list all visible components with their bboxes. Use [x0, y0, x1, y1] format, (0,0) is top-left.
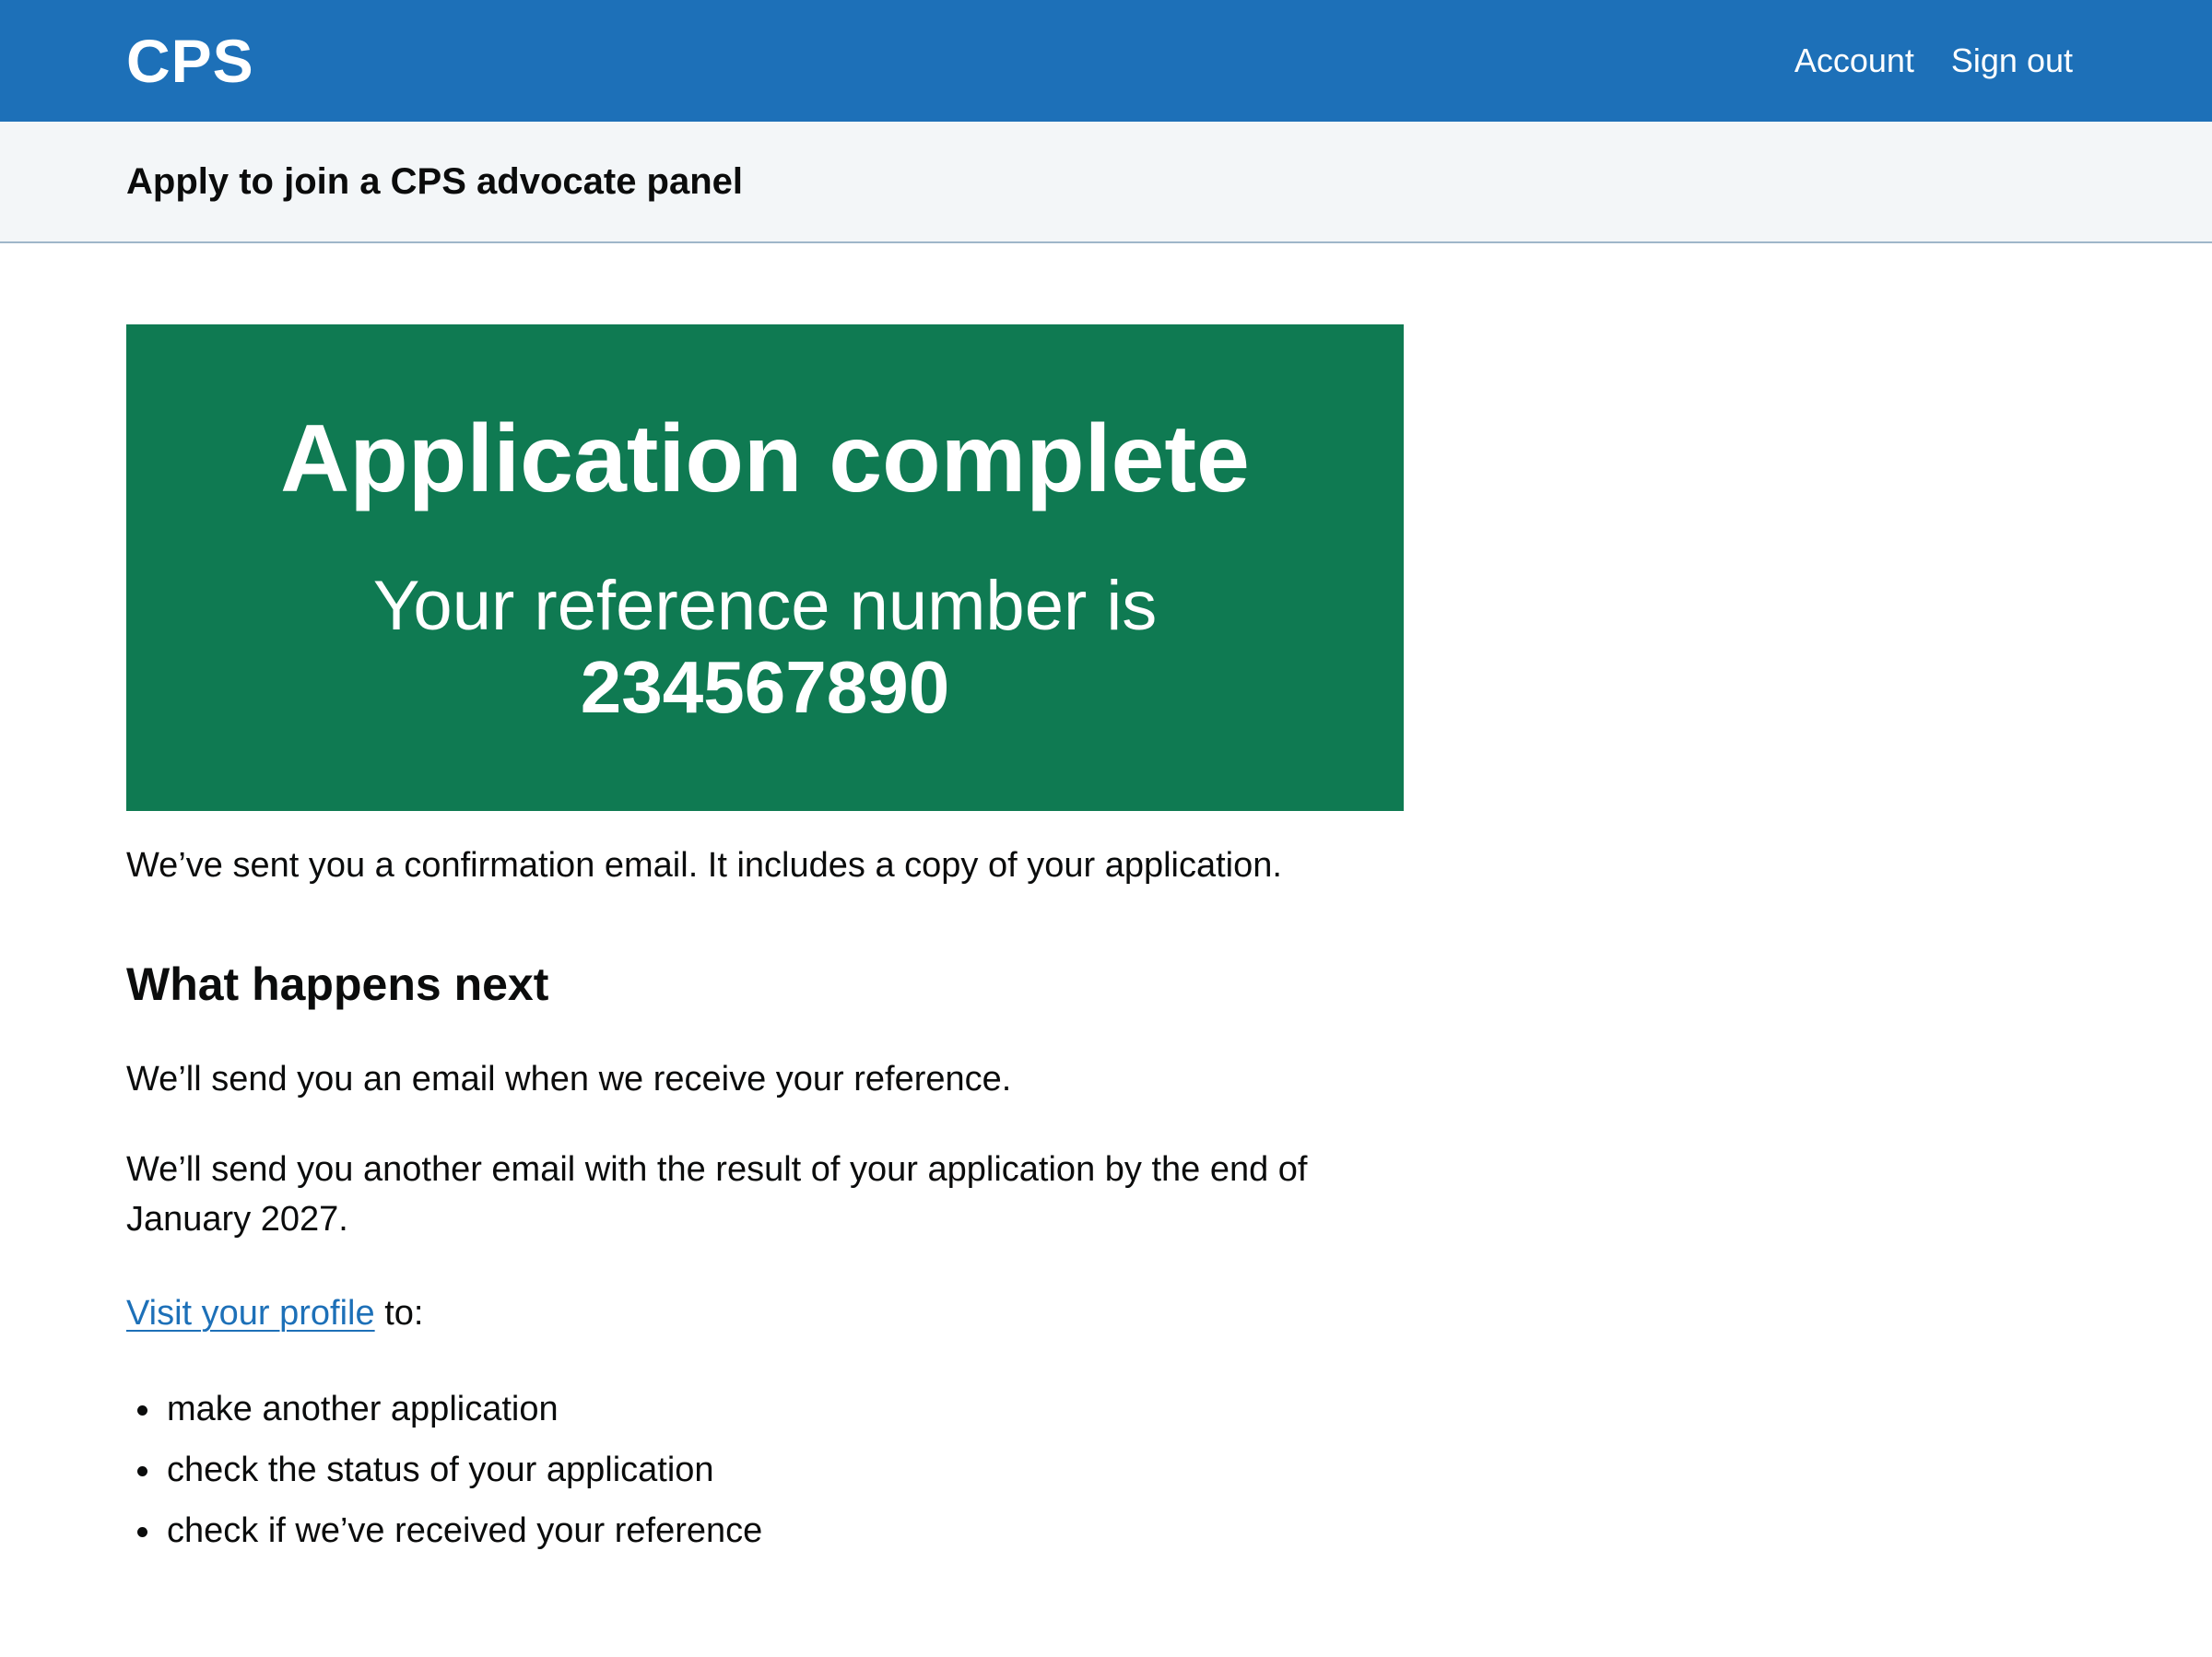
profile-paragraph: Visit your profile to: — [126, 1288, 1417, 1338]
site-header: CPS Account Sign out — [0, 0, 2212, 122]
next-steps-list: make another application check the statu… — [126, 1379, 762, 1561]
visit-profile-link[interactable]: Visit your profile — [126, 1294, 375, 1333]
sign-out-link[interactable]: Sign out — [1951, 39, 2073, 83]
result-email-text: We’ll send you another email with the re… — [126, 1150, 1308, 1239]
reference-intro: Your reference number is — [372, 567, 1158, 645]
what-happens-next-heading: What happens next — [126, 958, 549, 1010]
cps-logo[interactable]: CPS — [126, 27, 254, 95]
confirmation-email-text: We’ve sent you a confirmation email. It … — [126, 846, 1282, 885]
list-item: make another application — [126, 1379, 762, 1440]
account-link[interactable]: Account — [1794, 39, 1914, 83]
reference-number: 234567890 — [580, 646, 950, 728]
list-item: check if we’ve received your reference — [126, 1500, 762, 1561]
service-name[interactable]: Apply to join a CPS advocate panel — [126, 159, 743, 205]
header-navigation: Account Sign out — [1794, 39, 2073, 83]
list-item: check the status of your application — [126, 1440, 762, 1500]
confirmation-panel: Application complete Your reference numb… — [126, 324, 1404, 811]
service-name-bar: Apply to join a CPS advocate panel — [0, 122, 2212, 243]
panel-title: Application complete — [280, 405, 1250, 512]
reference-email-text: We’ll send you an email when we receive … — [126, 1060, 1012, 1099]
profile-suffix: to: — [374, 1294, 424, 1333]
